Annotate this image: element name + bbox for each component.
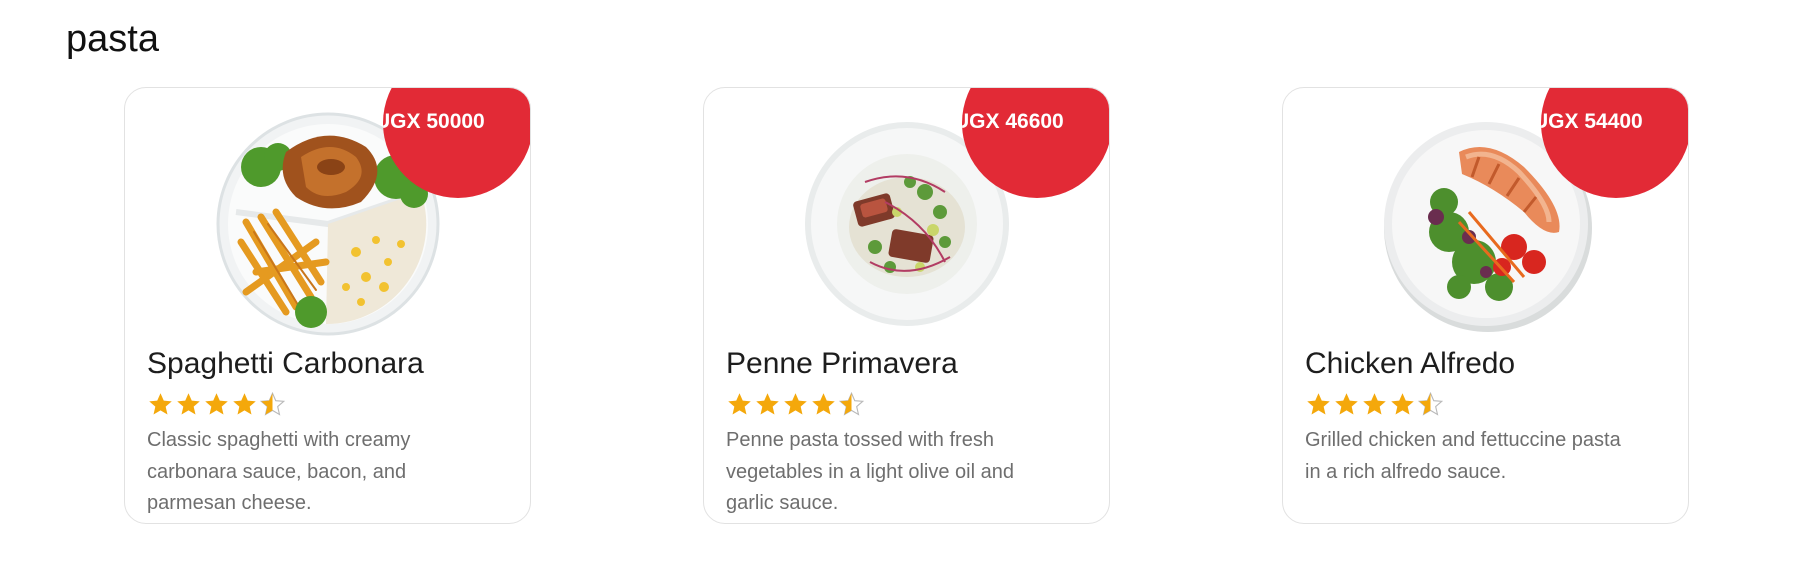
dish-description: Classic spaghetti with creamy carbonara …	[147, 429, 411, 514]
star-rating	[726, 391, 865, 418]
category-title: pasta	[66, 18, 159, 60]
product-card[interactable]: UGX 46600 Penne Primavera Penne pasta to…	[703, 87, 1110, 524]
price-label: UGX 50000	[383, 110, 485, 133]
product-card[interactable]: UGX 54400 Chicken Alfredo Grilled chicke…	[1282, 87, 1689, 524]
star-filled-icon	[1307, 393, 1330, 415]
star-filled-icon	[149, 393, 172, 415]
product-card[interactable]: UGX 50000 Spaghetti Carbonara Classic sp…	[124, 87, 531, 524]
star-filled-icon	[1335, 393, 1358, 415]
star-filled-icon	[177, 393, 200, 415]
star-half-icon	[838, 391, 865, 416]
price-label: UGX 54400	[1541, 110, 1643, 133]
star-rating	[147, 391, 286, 418]
star-filled-icon	[1391, 393, 1414, 415]
dish-description: Grilled chicken and fettuccine pasta in …	[1305, 429, 1621, 483]
star-filled-icon	[728, 393, 751, 415]
dish-name[interactable]: Chicken Alfredo	[1305, 347, 1515, 381]
product-card-list: UGX 50000 Spaghetti Carbonara Classic sp…	[124, 87, 1689, 524]
star-filled-icon	[1363, 393, 1386, 415]
star-filled-icon	[205, 393, 228, 415]
star-filled-icon	[812, 393, 835, 415]
star-rating	[1305, 391, 1444, 418]
star-half-icon	[259, 391, 286, 416]
dish-description: Penne pasta tossed with fresh vegetables…	[726, 429, 1014, 514]
dish-name[interactable]: Spaghetti Carbonara	[147, 347, 424, 381]
star-half-icon	[1417, 391, 1444, 416]
dish-name[interactable]: Penne Primavera	[726, 347, 958, 381]
price-label: UGX 46600	[962, 110, 1064, 133]
star-filled-icon	[756, 393, 779, 415]
star-filled-icon	[233, 393, 256, 415]
star-filled-icon	[784, 393, 807, 415]
